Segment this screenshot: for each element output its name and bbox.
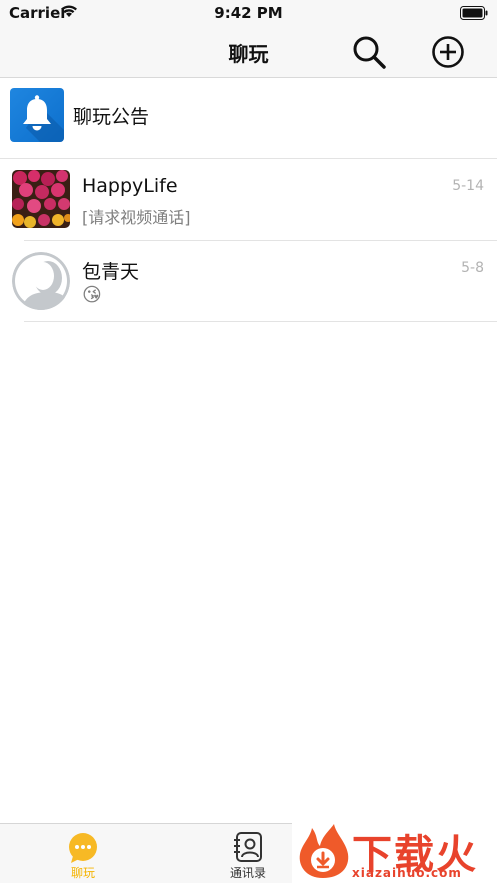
nav-bar: 聊玩 (0, 26, 497, 78)
default-person-avatar (12, 252, 70, 310)
app-screen: Carrier 9:42 PM 聊玩 聊玩公告 HappyLife [请求视频通… (0, 0, 497, 883)
chat-bubble-icon (69, 833, 97, 863)
tab-label: 通讯录 (229, 866, 266, 880)
search-icon (353, 36, 386, 69)
announcement-row[interactable]: 聊玩公告 (0, 78, 497, 158)
contacts-book-icon (234, 832, 262, 862)
chat-name: HappyLife (82, 175, 178, 197)
chat-date: 5-8 (461, 260, 484, 276)
battery-icon (460, 5, 488, 24)
announcement-label: 聊玩公告 (73, 106, 150, 128)
add-circle-icon (432, 36, 464, 68)
tab-label: 聊玩 (70, 866, 95, 880)
chat-name: 包青天 (82, 261, 140, 283)
divider (24, 321, 497, 322)
search-button[interactable] (351, 34, 387, 70)
chat-preview: [请求视频通话] (82, 208, 191, 227)
tab-chat[interactable]: 聊玩 (23, 824, 143, 883)
tab-contacts[interactable]: 通讯录 (188, 824, 308, 883)
chat-row-happylife[interactable]: HappyLife [请求视频通话] 5-14 (0, 158, 497, 240)
bell-icon (10, 88, 64, 142)
watermark-url: xiazaihuo.com (352, 866, 462, 880)
watermark: 下载火 xiazaihuo.com (292, 820, 497, 883)
add-button[interactable] (431, 35, 465, 69)
page-title: 聊玩 (228, 42, 269, 66)
flame-logo-icon (299, 824, 349, 878)
chat-row-baoqingtian[interactable]: 包青天 😘 5-8 (0, 240, 497, 322)
flowers-avatar (12, 170, 70, 228)
chat-preview: 😘 (82, 284, 102, 306)
clock: 9:42 PM (214, 4, 283, 22)
chat-date: 5-14 (452, 178, 484, 194)
status-bar: Carrier 9:42 PM (0, 0, 497, 26)
